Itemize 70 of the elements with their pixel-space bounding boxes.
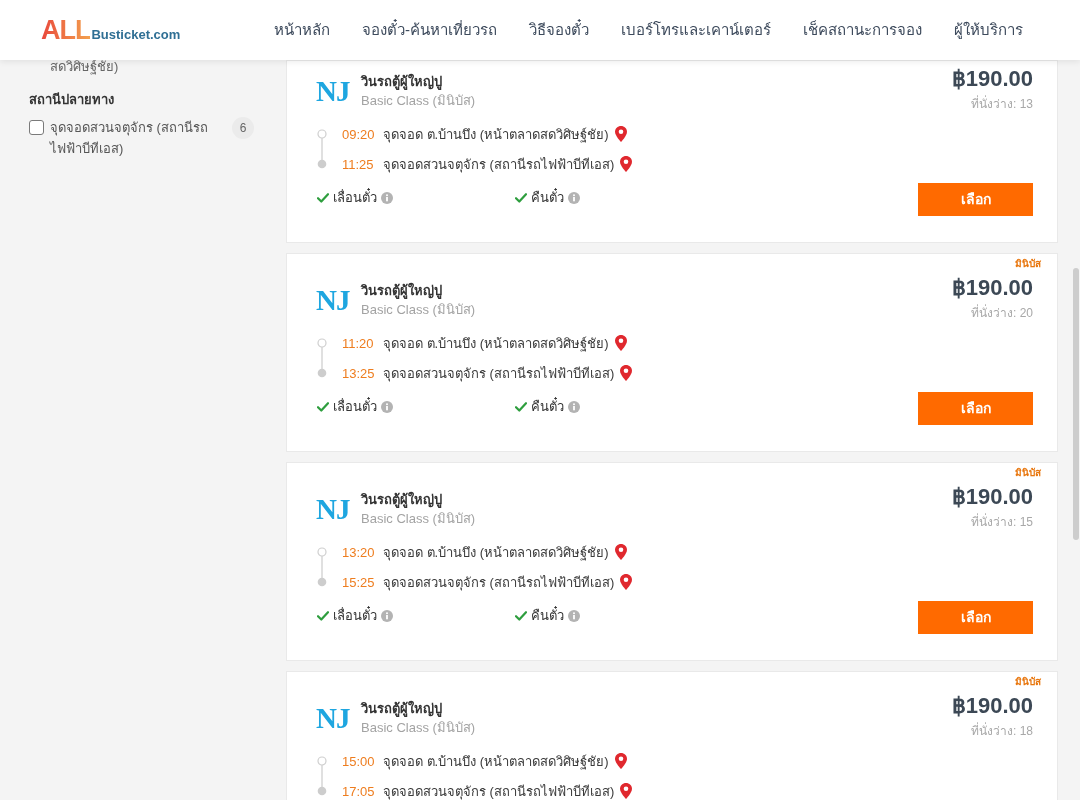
map-pin-icon[interactable] bbox=[620, 574, 633, 590]
bus-type-tag: มินิบัส bbox=[1015, 466, 1041, 480]
route-timeline-icon bbox=[317, 547, 327, 587]
map-pin-icon[interactable] bbox=[620, 783, 633, 799]
operator-name: วินรถตู้ผู้ใหญ่ปู bbox=[361, 281, 443, 301]
stop-time: 11:25 bbox=[342, 155, 375, 173]
feature-label: คืนตั๋ว bbox=[531, 398, 564, 416]
bus-class: Basic Class (มินิบัส) bbox=[361, 92, 476, 110]
operator-logo: NJ bbox=[316, 285, 350, 315]
nav-link[interactable]: ผู้ให้บริการ bbox=[954, 20, 1023, 40]
feature-label: เลื่อนตั๋ว bbox=[333, 189, 377, 207]
operator-logo: NJ bbox=[316, 76, 350, 106]
stop-place: จุดจอดสวนจตุจักร (สถานีรถไฟฟ้าบีทีเอส) bbox=[383, 364, 615, 382]
seats-available: ที่นั่งว่าง: 13 bbox=[971, 95, 1033, 113]
checkbox[interactable] bbox=[29, 120, 44, 135]
stop-time: 15:25 bbox=[342, 573, 376, 591]
route-timeline-icon bbox=[317, 129, 327, 169]
feature-label: เลื่อนตั๋ว bbox=[333, 607, 377, 625]
stop-time: 13:25 bbox=[342, 364, 376, 382]
trip-price: ฿190.00 bbox=[951, 67, 1033, 91]
filter-option-label: จุดจอดสวนจตุจักร (สถานีรถไฟฟ้าบีทีเอส) bbox=[50, 119, 209, 158]
map-pin-icon[interactable] bbox=[614, 544, 627, 560]
feature-label: คืนตั๋ว bbox=[531, 189, 564, 207]
feature-label: เลื่อนตั๋ว bbox=[333, 398, 377, 416]
option-count: 6 bbox=[232, 117, 254, 139]
map-pin-icon[interactable] bbox=[620, 365, 633, 381]
stop-time: 13:20 bbox=[342, 543, 376, 561]
map-pin-icon[interactable] bbox=[620, 156, 633, 172]
stop-time: 17:05 bbox=[342, 782, 376, 800]
operator-name: วินรถตู้ผู้ใหญ่ปู bbox=[361, 490, 443, 510]
nav-link[interactable]: จองตั๋ว-ค้นหาเที่ยวรถ bbox=[362, 20, 497, 40]
seats-available: ที่นั่งว่าง: 15 bbox=[971, 513, 1033, 531]
stop-place: จุดจอดสวนจตุจักร (สถานีรถไฟฟ้าบีทีเอส) bbox=[383, 573, 615, 591]
map-pin-icon[interactable] bbox=[614, 126, 627, 142]
operator-logo: NJ bbox=[316, 703, 350, 733]
stop-place: จุดจอดสวนจตุจักร (สถานีรถไฟฟ้าบีทีเอส) bbox=[383, 155, 615, 173]
bus-class: Basic Class (มินิบัส) bbox=[361, 719, 476, 737]
filter-group-title: สถานีปลายทาง bbox=[29, 91, 115, 109]
stop-place: จุดจอด ต.บ้านบึง (หน้าตลาดสดวิศิษฐ์ชัย) bbox=[383, 543, 609, 561]
seats-available: ที่นั่งว่าง: 18 bbox=[971, 722, 1033, 740]
map-pin-icon[interactable] bbox=[614, 753, 627, 769]
trip-price: ฿190.00 bbox=[951, 485, 1033, 509]
map-pin-icon[interactable] bbox=[614, 335, 627, 351]
bus-class: Basic Class (มินิบัส) bbox=[361, 510, 476, 528]
bus-class: Basic Class (มินิบัส) bbox=[361, 301, 476, 319]
bus-type-tag: มินิบัส bbox=[1015, 257, 1041, 271]
route-timeline-icon bbox=[317, 756, 327, 796]
stop-time: 15:00 bbox=[342, 752, 376, 770]
operator-name: วินรถตู้ผู้ใหญ่ปู bbox=[361, 699, 443, 719]
trip-price: ฿190.00 bbox=[951, 276, 1033, 300]
route-timeline-icon bbox=[317, 338, 327, 378]
feature-label: คืนตั๋ว bbox=[531, 607, 564, 625]
seats-available: ที่นั่งว่าง: 20 bbox=[971, 304, 1033, 322]
nav-link[interactable]: เช็คสถานะการจอง bbox=[803, 20, 922, 40]
stop-place: จุดจอดสวนจตุจักร (สถานีรถไฟฟ้าบีทีเอส) bbox=[383, 782, 615, 800]
operator-logo: NJ bbox=[316, 494, 350, 524]
stop-place: จุดจอด ต.บ้านบึง (หน้าตลาดสดวิศิษฐ์ชัย) bbox=[383, 125, 609, 143]
nav-link[interactable]: เบอร์โทรและเคาน์เตอร์ bbox=[621, 20, 771, 40]
stop-time: 09:20 bbox=[342, 125, 376, 143]
stop-place: จุดจอด ต.บ้านบึง (หน้าตลาดสดวิศิษฐ์ชัย) bbox=[383, 334, 609, 352]
nav-link[interactable]: วิธีจองตั๋ว bbox=[529, 20, 589, 40]
nav-link[interactable]: หน้าหลัก bbox=[274, 20, 330, 40]
trip-price: ฿190.00 bbox=[951, 694, 1033, 718]
stop-time: 11:20 bbox=[342, 334, 375, 352]
scrollbar-thumb[interactable] bbox=[1073, 268, 1079, 540]
site-logo[interactable]: ALLBusticket.com bbox=[41, 16, 181, 44]
filter-option-label: สดวิศิษฐ์ชัย) bbox=[49, 60, 120, 74]
stop-place: จุดจอด ต.บ้านบึง (หน้าตลาดสดวิศิษฐ์ชัย) bbox=[383, 752, 609, 770]
operator-name: วินรถตู้ผู้ใหญ่ปู bbox=[361, 72, 443, 92]
bus-type-tag: มินิบัส bbox=[1015, 675, 1041, 689]
